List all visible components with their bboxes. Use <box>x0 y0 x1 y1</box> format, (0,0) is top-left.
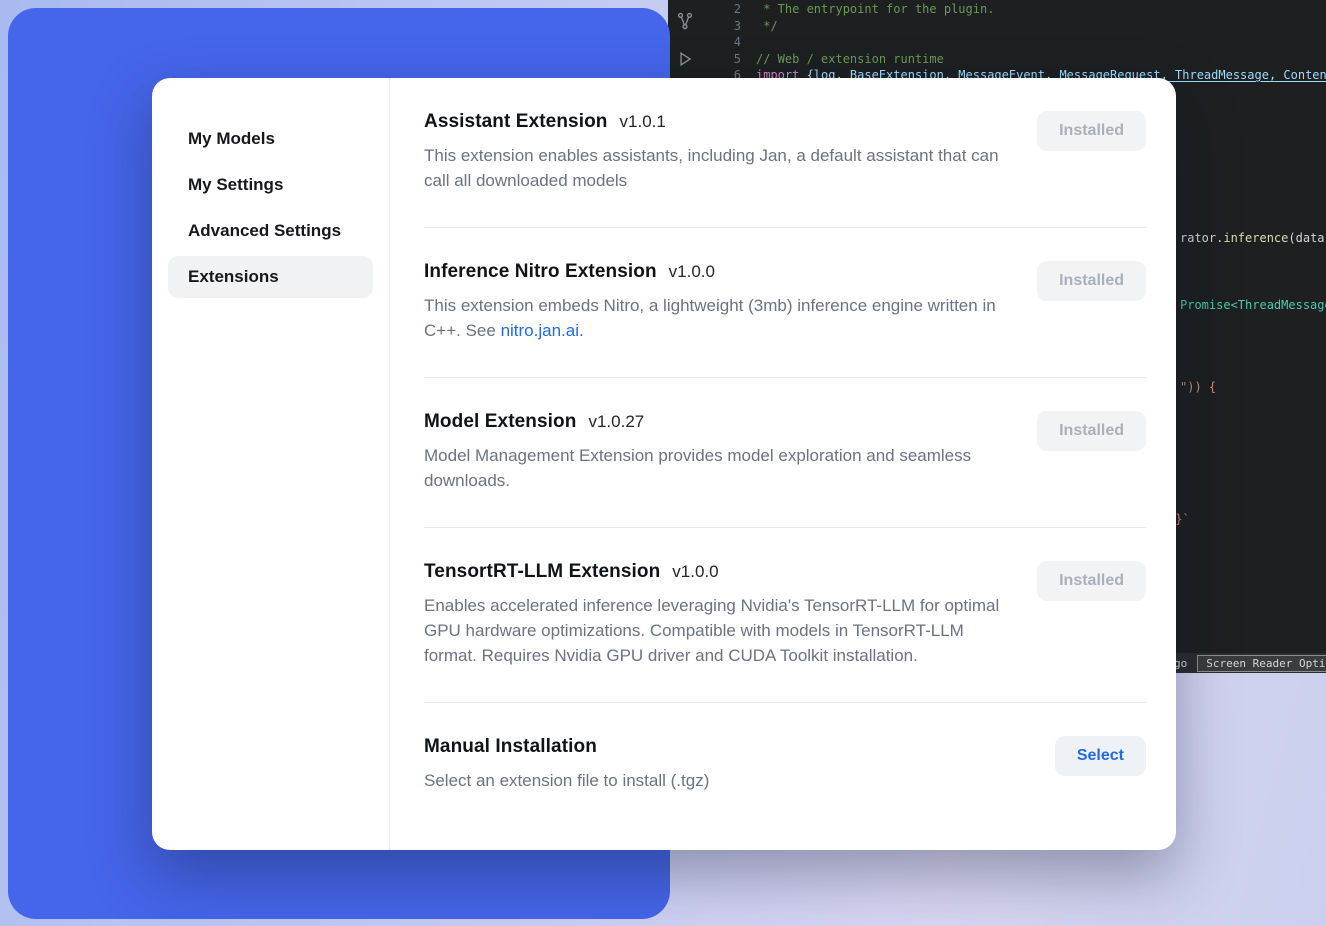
extension-info: Inference Nitro Extension v1.0.0 This ex… <box>424 261 1017 343</box>
extension-version: v1.0.0 <box>669 262 715 282</box>
code-line-text: // Web / extension runtime <box>741 51 944 68</box>
extension-row: TensortRT-LLM Extension v1.0.0 Enables a… <box>424 527 1146 702</box>
extension-title: Assistant Extension <box>424 111 608 133</box>
code-line: 5 // Web / extension runtime <box>668 51 1326 68</box>
extension-row: Manual Installation Select an extension … <box>424 702 1146 827</box>
screen-reader-badge[interactable]: Screen Reader Optimized <box>1197 655 1326 672</box>
sidebar-item-my-settings[interactable]: My Settings <box>168 164 373 206</box>
line-number: 5 <box>668 51 741 68</box>
code-line-text: * The entrypoint for the plugin. <box>741 1 994 18</box>
sidebar-item-extensions[interactable]: Extensions <box>168 256 373 298</box>
installed-button[interactable]: Installed <box>1037 261 1146 301</box>
settings-sidebar: My Models My Settings Advanced Settings … <box>152 78 390 850</box>
extension-row: Assistant Extension v1.0.1 This extensio… <box>424 78 1146 227</box>
line-number: 4 <box>668 34 741 51</box>
extension-version: v1.0.27 <box>588 412 644 432</box>
extension-description: Enables accelerated inference leveraging… <box>424 593 1009 668</box>
code-line: 2 * The entrypoint for the plugin. <box>668 1 1326 18</box>
extension-title: Model Extension <box>424 411 576 433</box>
code-line-text <box>741 34 756 51</box>
sidebar-item-advanced-settings[interactable]: Advanced Settings <box>168 210 373 252</box>
installed-button[interactable]: Installed <box>1037 561 1146 601</box>
extension-info: Assistant Extension v1.0.1 This extensio… <box>424 111 1017 193</box>
sidebar-item-my-models[interactable]: My Models <box>168 118 373 160</box>
select-button[interactable]: Select <box>1055 736 1146 776</box>
extension-description: Select an extension file to install (.tg… <box>424 768 1009 793</box>
extension-version: v1.0.1 <box>620 112 666 132</box>
settings-modal: My Models My Settings Advanced Settings … <box>152 78 1176 850</box>
code-line-text: */ <box>741 18 778 35</box>
extension-title: Manual Installation <box>424 736 597 758</box>
installed-button[interactable]: Installed <box>1037 411 1146 451</box>
extension-description: This extension embeds Nitro, a lightweig… <box>424 293 1009 343</box>
extension-row: Inference Nitro Extension v1.0.0 This ex… <box>424 227 1146 377</box>
code-fragment: rator.inference(data)); <box>1180 230 1326 246</box>
line-number: 2 <box>668 1 741 18</box>
code-lines: 2 * The entrypoint for the plugin. 3 */ … <box>668 1 1326 84</box>
extension-description: This extension enables assistants, inclu… <box>424 143 1009 193</box>
extension-title: TensortRT-LLM Extension <box>424 561 660 583</box>
extension-version: v1.0.0 <box>672 562 718 582</box>
line-number: 3 <box>668 18 741 35</box>
extension-description: Model Management Extension provides mode… <box>424 443 1009 493</box>
extension-info: Manual Installation Select an extension … <box>424 736 1035 793</box>
nitro-link[interactable]: nitro.jan.ai. <box>501 321 584 340</box>
installed-button[interactable]: Installed <box>1037 111 1146 151</box>
extension-info: Model Extension v1.0.27 Model Management… <box>424 411 1017 493</box>
code-line: 3 */ <box>668 18 1326 35</box>
code-fragment: ")) { <box>1180 379 1216 395</box>
code-fragment: Promise<ThreadMessage> <box>1180 297 1326 313</box>
extension-title: Inference Nitro Extension <box>424 261 657 283</box>
extensions-list: Assistant Extension v1.0.1 This extensio… <box>390 78 1176 850</box>
code-line: 4 <box>668 34 1326 51</box>
extension-row: Model Extension v1.0.27 Model Management… <box>424 377 1146 527</box>
extension-info: TensortRT-LLM Extension v1.0.0 Enables a… <box>424 561 1017 668</box>
